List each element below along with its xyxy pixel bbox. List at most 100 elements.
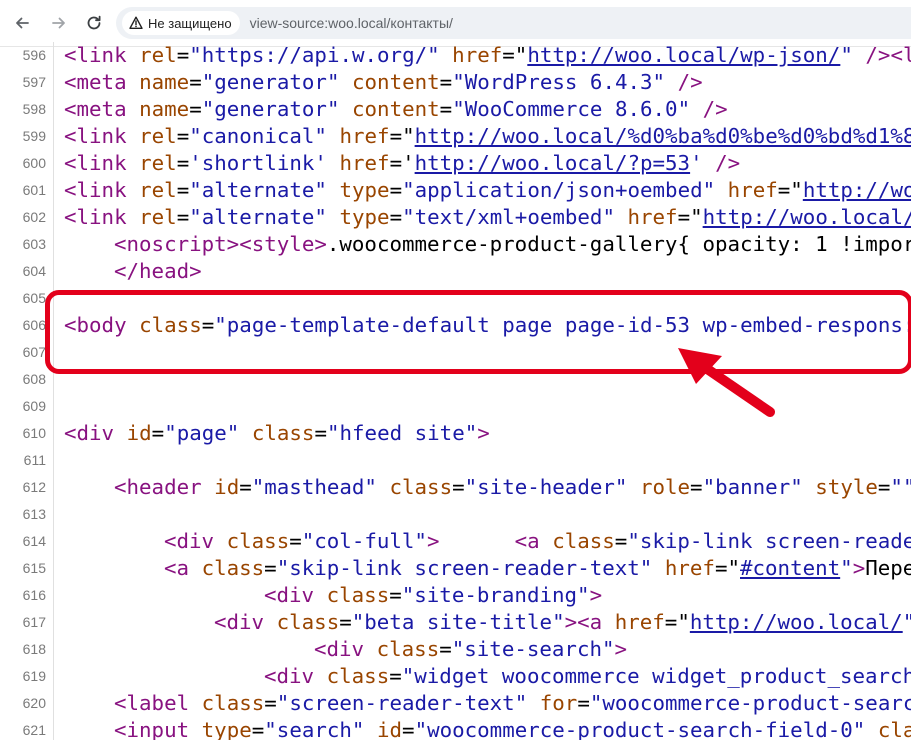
source-token: <header <box>114 475 215 499</box>
source-token: > <box>564 610 578 634</box>
source-token <box>377 475 390 499</box>
source-token <box>339 70 352 94</box>
source-token: /><l <box>865 43 911 67</box>
source-token: style <box>815 475 878 499</box>
source-token: = <box>389 178 403 202</box>
line-number: 620 <box>22 695 46 711</box>
source-token: /> <box>702 97 728 121</box>
line-number: 611 <box>23 452 46 468</box>
source-line: 616 <div class="site-branding"> <box>0 582 911 609</box>
source-token: <div <box>64 421 127 445</box>
source-code: <div class="site-search"> <box>314 636 627 663</box>
source-token: "screen-reader-text" <box>276 691 528 715</box>
source-token: type <box>201 718 252 740</box>
source-code: <div class="col-full"> <a class="skip-li… <box>164 528 911 555</box>
line-number: 612 <box>22 479 46 495</box>
source-line: 604 </head> <box>0 258 911 285</box>
source-token: class <box>376 637 440 661</box>
source-link[interactable]: http://wo <box>803 178 911 202</box>
source-line: 619 <div class="widget woocommerce widget… <box>0 663 911 690</box>
source-token <box>803 475 816 499</box>
source-line: 605 <box>0 285 911 312</box>
line-number: 613 <box>22 506 46 522</box>
source-token: "alternate" <box>189 205 327 229</box>
source-line: 596 <link rel="https://api.w.org/" href="… <box>0 42 911 69</box>
source-token: ' <box>690 151 703 175</box>
source-token: "site-header" <box>464 475 628 499</box>
source-token: rel <box>139 205 177 229</box>
source-token: > <box>614 637 628 661</box>
source-token: =" <box>677 205 703 229</box>
source-token: " <box>840 556 853 580</box>
source-code: <link rel="https://api.w.org/" href="htt… <box>64 42 911 69</box>
source-link[interactable]: http://woo.local/ <box>703 205 911 229</box>
back-button[interactable] <box>10 11 34 35</box>
source-code: <div id="page" class="hfeed site"> <box>64 420 490 447</box>
source-link[interactable]: http://woo.local/%d0%ba%d0%be%d0%bd%d1%8 <box>415 124 911 148</box>
source-token: <div <box>314 637 377 661</box>
source-line: 609 <box>0 393 911 420</box>
source-token: <a <box>164 556 202 580</box>
source-token: <noscript> <box>114 232 240 256</box>
source-token: = <box>201 313 215 337</box>
source-link[interactable]: http://woo.local/?p=53 <box>415 151 690 175</box>
source-token: "site-branding" <box>401 583 590 607</box>
source-token: /> <box>677 70 703 94</box>
source-token: = <box>176 124 190 148</box>
source-token: href <box>614 610 665 634</box>
source-token: class <box>201 556 265 580</box>
source-token: "skip-link screen-reader-text" <box>276 556 653 580</box>
source-token: = <box>452 475 465 499</box>
source-token: type <box>339 178 390 202</box>
security-chip[interactable]: Не защищено <box>122 11 240 35</box>
source-token: </head> <box>114 259 202 283</box>
source-token: "generator" <box>201 70 340 94</box>
line-number: 616 <box>22 587 46 603</box>
source-token: for <box>539 691 578 715</box>
security-label: Не защищено <box>148 15 232 31</box>
forward-button[interactable] <box>47 11 71 35</box>
source-token: class <box>201 691 265 715</box>
source-token: "woocommerce-product-searc <box>589 691 911 715</box>
source-token: "alternate" <box>189 178 327 202</box>
source-token: =" <box>664 610 690 634</box>
source-token: href <box>339 124 390 148</box>
source-token: = <box>614 529 628 553</box>
source-line: 621 <input type="search" id="woocommerce-… <box>0 717 911 740</box>
source-token: "WordPress 6.4.3" <box>452 70 666 94</box>
source-code: <link rel="alternate" type="application/… <box>64 177 911 204</box>
source-token: class <box>251 421 315 445</box>
address-bar[interactable]: Не защищено view-source:woo.local/контак… <box>116 7 911 39</box>
source-link[interactable]: http://woo.local/wp-json/ <box>527 43 840 67</box>
source-token: "skip-link screen-reade <box>627 529 911 553</box>
source-line: 597 <meta name="generator" content="WordP… <box>0 69 911 96</box>
source-code: <a class="skip-link screen-reader-text" … <box>164 555 911 582</box>
source-token: = <box>239 475 252 499</box>
source-token: href <box>727 178 778 202</box>
source-token: "generator" <box>201 97 340 121</box>
source-token <box>615 205 628 229</box>
source-token: "search" <box>264 718 365 740</box>
reload-button[interactable] <box>82 11 106 35</box>
source-token: content <box>352 97 440 121</box>
source-token: "https://api.w.org/" <box>189 43 440 67</box>
source-link[interactable]: http://woo.local/ <box>690 610 903 634</box>
source-token <box>327 124 340 148</box>
source-line: 620 <label class="screen-reader-text" for… <box>0 690 911 717</box>
source-token: = <box>176 205 190 229</box>
line-number: 608 <box>22 371 46 387</box>
source-token: rel <box>139 124 177 148</box>
line-number: 609 <box>22 398 46 414</box>
source-link[interactable]: #content <box>740 556 840 580</box>
source-token: rel <box>139 151 177 175</box>
source-line: 608 <box>0 366 911 393</box>
source-code: <div class="site-branding"> <box>264 582 602 609</box>
source-token: id <box>214 475 240 499</box>
source-token <box>364 718 377 740</box>
line-number: 597 <box>22 74 46 90</box>
source-token: <style> <box>239 232 327 256</box>
line-number: 610 <box>22 425 46 441</box>
source-token: name <box>139 70 190 94</box>
source-token: "hfeed site" <box>326 421 478 445</box>
source-token: =" <box>714 556 740 580</box>
